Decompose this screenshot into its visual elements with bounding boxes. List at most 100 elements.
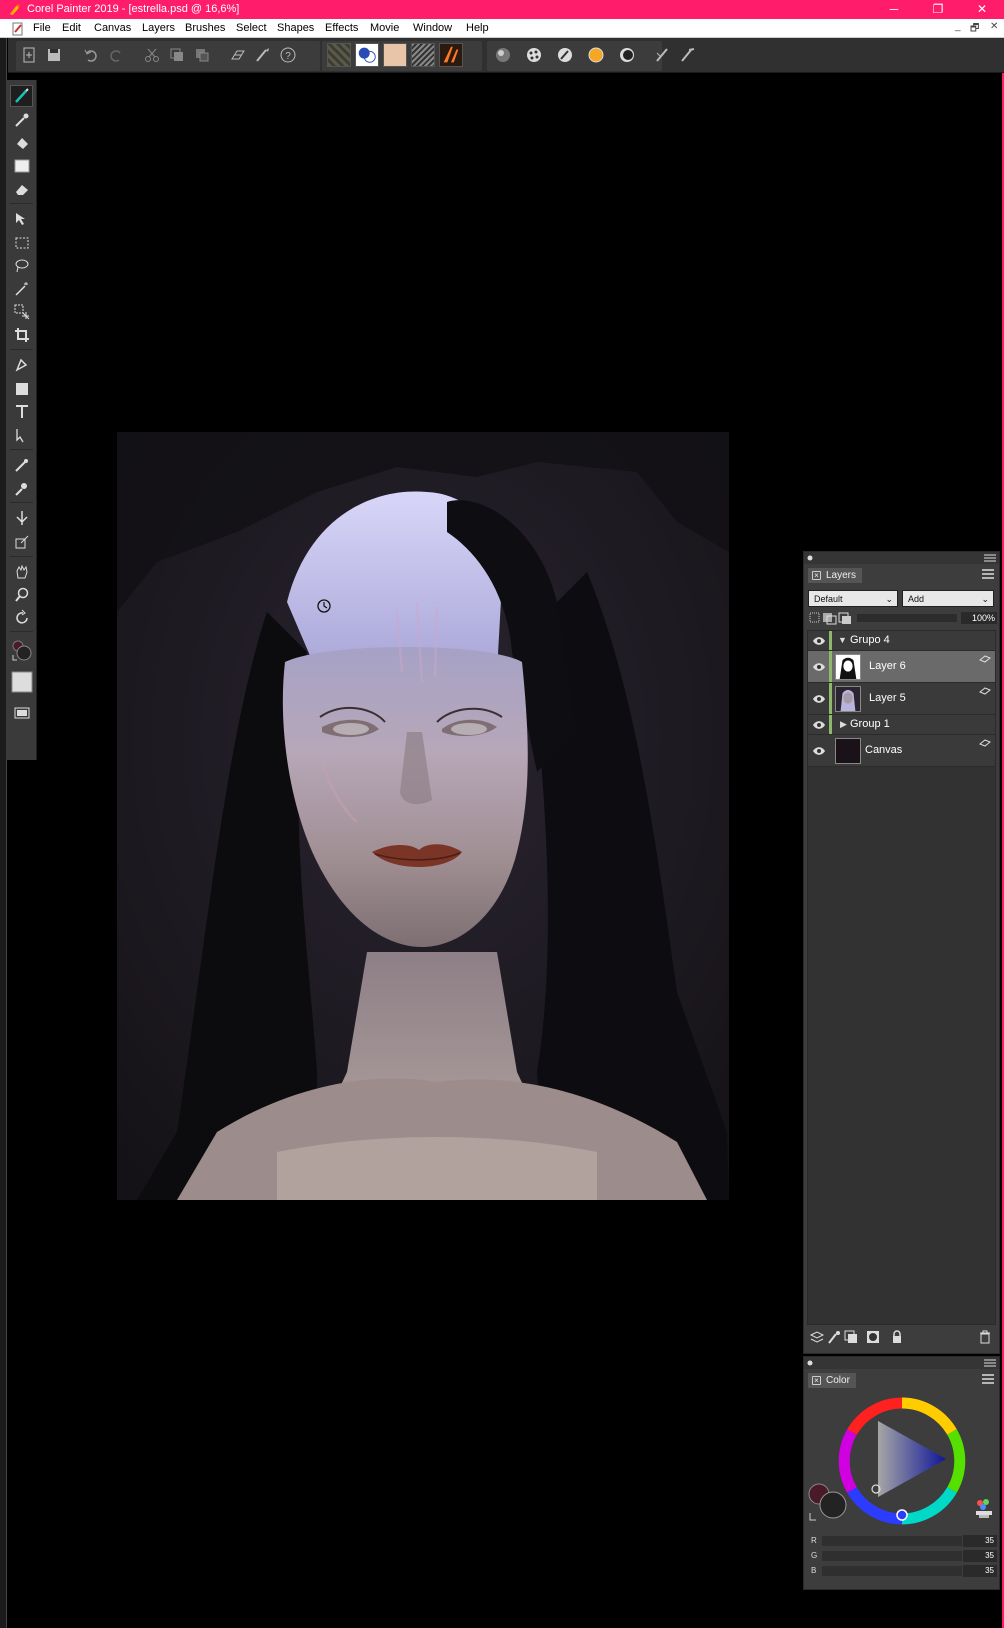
layer-commands-icon[interactable] [809,1329,825,1345]
color-wheel[interactable] [838,1397,966,1525]
magnifier-tool-icon[interactable] [10,584,33,606]
restore-button[interactable]: ❐ [916,0,960,19]
menu-select[interactable]: Select [236,22,267,34]
eye-icon[interactable] [812,636,826,646]
cloner-tool-icon[interactable] [10,454,33,476]
paper-texture-swatch[interactable] [327,43,351,67]
save-icon[interactable] [43,44,65,66]
minimize-button[interactable]: ─ [872,0,916,19]
help-icon[interactable]: ? [277,44,299,66]
grabber-tool-icon[interactable] [10,561,33,583]
color-menu-icon[interactable] [981,1373,995,1386]
cut-icon[interactable] [141,44,163,66]
mdi-minimize-button[interactable]: _ [955,21,961,32]
shape-selection-icon[interactable] [10,424,33,446]
color-variability-icon[interactable] [972,1497,996,1521]
brush-search-icon[interactable] [252,44,274,66]
paste-icon[interactable] [191,44,213,66]
gradient-tool-icon[interactable] [10,155,33,177]
green-slider[interactable] [822,1551,962,1561]
layers-menu-icon[interactable] [981,568,995,581]
layer-mask-icon[interactable] [865,1329,881,1345]
tab-layers[interactable]: × Layers [808,568,863,583]
menu-file[interactable]: File [33,22,51,34]
text-tool-icon[interactable] [10,401,33,423]
panel-grip[interactable] [804,552,999,564]
layer-adjuster-tool-icon[interactable] [10,208,33,230]
menu-window[interactable]: Window [413,22,452,34]
gradient-swatch[interactable] [383,43,407,67]
layer-row-grupo-4[interactable]: ▼ Grupo 4 [808,631,995,651]
panel-options-icon[interactable] [984,554,996,562]
close-tab-icon[interactable]: × [812,571,821,580]
close-button[interactable]: ✕ [960,0,1004,19]
eraser-tool-icon[interactable] [10,178,33,200]
red-slider[interactable] [822,1536,962,1546]
eye-icon[interactable] [812,662,826,672]
rotate-page-icon[interactable] [10,607,33,629]
tab-color[interactable]: × Color [808,1373,856,1388]
panel-collapse-icon[interactable] [807,1360,813,1366]
layers-toggle-icon[interactable] [616,44,638,66]
lock-icon[interactable] [889,1329,905,1345]
color-swatches-icon[interactable] [10,636,33,664]
document-canvas[interactable] [117,432,729,1200]
menu-canvas[interactable]: Canvas [94,22,131,34]
close-tab-icon[interactable]: × [812,1376,821,1385]
copy-icon[interactable] [166,44,188,66]
red-value[interactable]: 35 [963,1535,997,1547]
brush-controls-icon[interactable] [554,44,576,66]
new-file-icon[interactable] [18,44,40,66]
paint-bucket-tool-icon[interactable] [10,132,33,154]
panel-collapse-icon[interactable] [807,555,813,561]
brush-library-icon[interactable] [652,44,674,66]
opacity-slider[interactable] [857,614,957,622]
panel-grip[interactable] [804,1357,999,1369]
composite-method-dropdown[interactable]: Default ⌄ [808,590,898,607]
lasso-tool-icon[interactable] [10,255,33,277]
rubber-stamp-icon[interactable] [10,478,33,500]
mdi-close-button[interactable]: ✕ [990,21,998,32]
expand-triangle-icon[interactable]: ▶ [840,719,847,730]
crop-tool-icon[interactable] [10,324,33,346]
brush-variant-icon[interactable] [677,44,699,66]
magic-wand-icon[interactable] [10,278,33,300]
menu-help[interactable]: Help [466,22,489,34]
rectangular-selection-icon[interactable] [10,232,33,254]
eye-icon[interactable] [812,746,826,756]
menu-brushes[interactable]: Brushes [185,22,225,34]
transform-tool-icon[interactable] [10,531,33,553]
new-layer-icon[interactable] [843,1329,859,1345]
undo-icon[interactable] [80,44,102,66]
eye-icon[interactable] [812,720,826,730]
main-additional-color-icon[interactable] [808,1483,848,1523]
weave-swatch[interactable] [411,43,435,67]
eye-icon[interactable] [812,694,826,704]
mdi-restore-button[interactable]: 🗗 [970,21,979,38]
layer-row-group-1[interactable]: ▶ Group 1 [808,715,995,735]
panel-options-icon[interactable] [984,1359,996,1367]
color-sets-icon[interactable] [523,44,545,66]
pen-tool-icon[interactable] [10,354,33,376]
paper-selector-icon[interactable] [10,669,33,695]
nozzle-swatch[interactable] [439,43,463,67]
layer-row-layer-6[interactable]: Layer 6 [808,651,995,683]
menu-effects[interactable]: Effects [325,22,358,34]
mirror-tool-icon[interactable] [10,507,33,529]
menu-layers[interactable]: Layers [142,22,175,34]
document-icon[interactable] [11,22,25,36]
clear-icon[interactable] [227,44,249,66]
trash-icon[interactable] [977,1329,993,1345]
selection-adjuster-icon[interactable] [10,301,33,323]
brush-tool-icon[interactable] [10,85,33,107]
opacity-value[interactable]: 100% [961,612,997,624]
menu-edit[interactable]: Edit [62,22,81,34]
layer-row-canvas[interactable]: Canvas [808,735,995,767]
menu-shapes[interactable]: Shapes [277,22,314,34]
layer-row-layer-5[interactable]: Layer 5 [808,683,995,715]
dropper-tool-icon[interactable] [10,109,33,131]
blue-slider[interactable] [822,1566,962,1576]
screen-mode-icon[interactable] [10,702,33,724]
color-icon[interactable] [585,44,607,66]
layer-lock-icons[interactable] [809,611,853,625]
